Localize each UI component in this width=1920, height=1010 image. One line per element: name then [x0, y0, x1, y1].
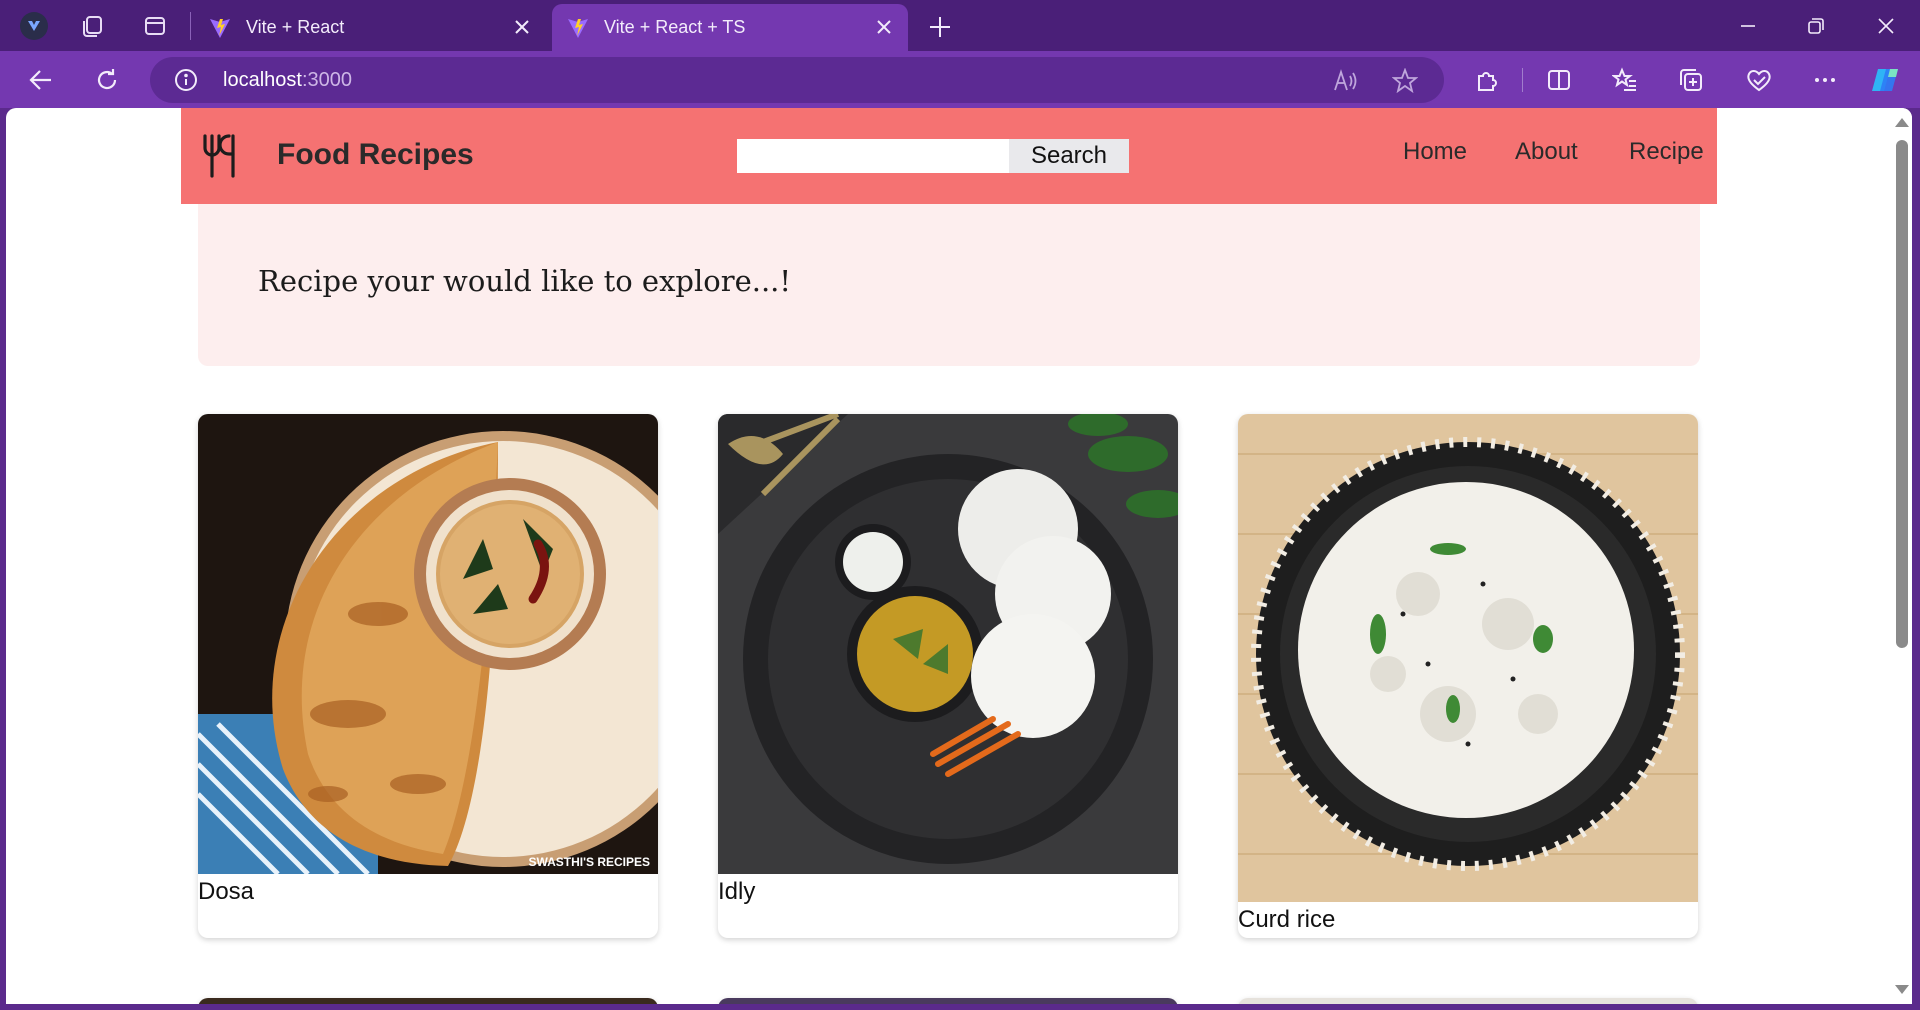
- restore-window-icon[interactable]: [1782, 0, 1850, 51]
- tab-title: Vite + React: [246, 17, 345, 37]
- idly-photo: [718, 414, 1178, 874]
- recipe-card-dosa[interactable]: SWASTHI'S RECIPES Dosa: [198, 414, 658, 938]
- site-navbar: Food Recipes Search Home About Recipe: [181, 108, 1717, 204]
- tab-separator: [190, 12, 191, 40]
- workspaces-icon[interactable]: [74, 8, 110, 44]
- new-tab-button[interactable]: [920, 7, 960, 47]
- close-tab-icon[interactable]: [872, 15, 896, 39]
- nav-link-about[interactable]: About: [1515, 138, 1578, 166]
- nav-link-recipe[interactable]: Recipe: [1629, 138, 1704, 166]
- tab-vite-react[interactable]: Vite + React: [194, 4, 546, 51]
- browser-address-bar: localhost:3000: [0, 51, 1920, 108]
- tab-vite-react-ts[interactable]: Vite + React + TS: [552, 4, 908, 51]
- tab-actions-icon[interactable]: [137, 8, 173, 44]
- tab-title: Vite + React + TS: [604, 17, 746, 37]
- dosa-photo: SWASTHI'S RECIPES: [198, 414, 658, 874]
- minimize-window-icon[interactable]: [1714, 0, 1782, 51]
- refresh-icon[interactable]: [86, 59, 128, 101]
- recipe-card-partial[interactable]: [198, 998, 658, 1004]
- recipe-card-idly[interactable]: Idly: [718, 414, 1178, 938]
- recipe-card-partial[interactable]: [718, 998, 1178, 1004]
- url-port: :3000: [301, 69, 352, 91]
- search-button[interactable]: Search: [1009, 139, 1129, 173]
- collections-icon[interactable]: [1670, 59, 1712, 101]
- recipe-card-partial[interactable]: [1238, 998, 1698, 1004]
- scroll-up-arrow-icon[interactable]: [1895, 118, 1909, 127]
- brand-title[interactable]: Food Recipes: [277, 138, 474, 172]
- favorites-icon[interactable]: [1604, 59, 1646, 101]
- recipe-card-title: Dosa: [198, 878, 255, 905]
- hero-heading: Recipe your would like to explore...!: [258, 264, 792, 298]
- page-viewport: Food Recipes Search Home About Recipe Re…: [6, 108, 1912, 1004]
- recipe-card-title: Curd rice: [1238, 906, 1336, 933]
- copilot-icon[interactable]: [1866, 59, 1908, 101]
- profile-avatar-icon[interactable]: [16, 8, 52, 44]
- toolbar-separator: [1522, 68, 1523, 92]
- vite-favicon-icon: [208, 16, 232, 40]
- read-aloud-icon[interactable]: [1332, 68, 1358, 94]
- favorite-star-icon[interactable]: [1392, 68, 1418, 94]
- browser-tab-bar: Vite + React Vite + React + TS: [0, 0, 1920, 51]
- hero-banner: Recipe your would like to explore...!: [198, 204, 1700, 366]
- address-input[interactable]: localhost:3000: [150, 57, 1444, 103]
- extensions-icon[interactable]: [1466, 59, 1508, 101]
- close-window-icon[interactable]: [1852, 0, 1920, 51]
- nav-link-home[interactable]: Home: [1403, 138, 1467, 166]
- split-screen-icon[interactable]: [1538, 59, 1580, 101]
- close-tab-icon[interactable]: [510, 15, 534, 39]
- address-url: localhost:3000: [223, 69, 352, 92]
- url-host: localhost: [223, 69, 302, 91]
- recipe-card-curd-rice[interactable]: Curd rice: [1238, 414, 1698, 938]
- fork-knife-logo-icon: [201, 134, 243, 178]
- recipe-card-title: Idly: [718, 878, 756, 905]
- browser-essentials-icon[interactable]: [1738, 59, 1780, 101]
- search-input[interactable]: [737, 139, 1009, 173]
- curd-rice-photo: [1238, 414, 1698, 902]
- more-options-icon[interactable]: [1804, 59, 1846, 101]
- scroll-down-arrow-icon[interactable]: [1895, 985, 1909, 994]
- dosa-photo-watermark: SWASTHI'S RECIPES: [528, 855, 650, 869]
- back-icon[interactable]: [20, 59, 62, 101]
- vite-favicon-icon: [566, 16, 590, 40]
- site-info-icon[interactable]: [174, 68, 198, 92]
- scrollbar-thumb[interactable]: [1896, 140, 1908, 648]
- page-scrollbar[interactable]: [1890, 108, 1912, 1004]
